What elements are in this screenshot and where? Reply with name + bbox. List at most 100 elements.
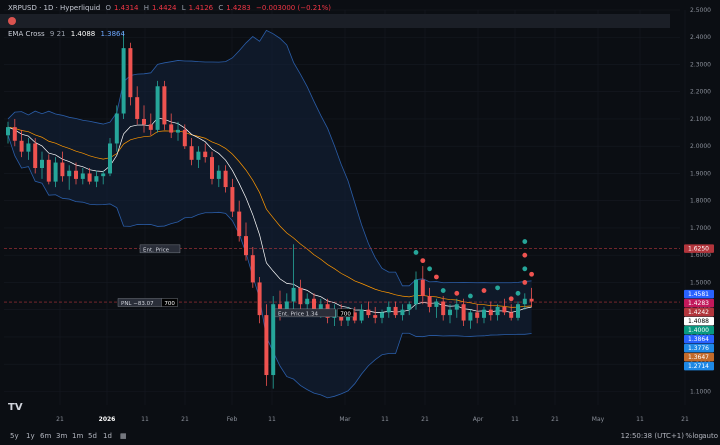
candle-body [434, 301, 439, 307]
candle-body [19, 140, 24, 152]
ema-fast-value: 1.4088 [70, 30, 96, 38]
entry2-qty-label[interactable]: 700 [340, 311, 351, 317]
y-tick-label: 2.1000 [690, 116, 711, 123]
low-value: 1.4126 [188, 4, 214, 12]
y-tick-label: 1.5000 [690, 279, 711, 286]
x-tick-label: 21 [681, 416, 689, 423]
candle-body [284, 301, 289, 310]
candle-body [162, 86, 167, 125]
entry-price-label[interactable]: Ent. Price [143, 247, 170, 253]
indicator-name[interactable]: EMA Cross [8, 30, 45, 38]
candle-body [475, 312, 480, 318]
candle-body [223, 170, 228, 188]
close-value: 1.4283 [226, 4, 251, 12]
signal-dot [522, 280, 528, 285]
tf-5y[interactable]: 5y [10, 432, 19, 440]
candle-body [148, 124, 153, 130]
candle-body [6, 127, 10, 136]
candle-body [87, 173, 92, 182]
low-label: L [181, 4, 186, 12]
candle-body [169, 124, 174, 133]
indicator-params: 9 21 [49, 30, 66, 38]
price-badge: 1.3864 [688, 336, 709, 343]
tf-5d[interactable]: 5d [88, 432, 97, 440]
candle-body [40, 159, 44, 168]
close-dot-icon[interactable] [8, 17, 16, 25]
date-range-icon[interactable]: ▦ [120, 432, 127, 440]
candle-body [114, 113, 119, 144]
candle-body [46, 159, 51, 182]
price-badge: 1.4242 [688, 309, 709, 316]
x-tick-label: 2026 [99, 416, 116, 423]
candle-body [210, 157, 214, 179]
x-tick-label: Feb [227, 416, 238, 423]
candle-body [380, 312, 384, 318]
tf-6m[interactable]: 6m [40, 432, 51, 440]
y-tick-label: 1.7000 [690, 225, 711, 232]
auto-toggle[interactable]: auto [702, 432, 718, 440]
pnl-label[interactable]: PNL −83.07 [121, 301, 154, 307]
candle-body [26, 143, 31, 152]
candle-body [189, 146, 194, 160]
y-tick-label: 2.0000 [690, 143, 711, 150]
candle-body [482, 309, 486, 318]
signal-dot [434, 274, 439, 280]
price-badge: 1.4000 [688, 327, 709, 334]
ema-slow-value: 1.3864 [100, 30, 125, 38]
candle-body [216, 170, 221, 179]
x-tick-label: 21 [181, 416, 189, 423]
candle-body [407, 304, 412, 310]
candle-body [108, 143, 112, 174]
candle-body [441, 301, 446, 316]
close-label: C [218, 4, 224, 12]
candle-body [142, 118, 146, 125]
candle-body [414, 279, 418, 305]
open-value: 1.4314 [113, 4, 139, 12]
tf-1d[interactable]: 1d [103, 432, 112, 440]
price-badge: 1.2714 [688, 363, 709, 370]
candle-body [495, 306, 500, 316]
price-badge: 1.4581 [688, 291, 709, 298]
candle-body [196, 151, 201, 160]
y-tick-label: 2.4000 [690, 34, 711, 41]
signal-dot [495, 285, 500, 291]
entry2-price-label[interactable]: Ent. Price 1.34 [278, 311, 319, 317]
candle-body [400, 309, 405, 316]
candle-body [94, 176, 99, 182]
x-tick-label: Mar [339, 416, 351, 423]
indicator-legend[interactable]: EMA Cross 9 21 1.4088 1.3864 [8, 30, 128, 38]
price-badge: 1.6250 [688, 246, 709, 253]
candle-body [522, 298, 527, 305]
price-chart[interactable]: Ent. Price PNL −83.07 700 Ent. Price 1.34 70… [0, 0, 720, 445]
y-tick-label: 2.5000 [690, 7, 711, 14]
candle-body [454, 304, 459, 310]
tf-3m[interactable]: 3m [56, 432, 67, 440]
clock-readout[interactable]: 12:50:38 (UTC+1) [621, 432, 684, 440]
change-value: −0.003000 (−0.21%) [255, 4, 332, 12]
tf-1m[interactable]: 1m [72, 432, 83, 440]
x-tick-label: 11 [381, 416, 389, 423]
candle-body [516, 304, 520, 318]
signal-dot [481, 288, 487, 293]
candle-body [366, 309, 371, 316]
symbol-title[interactable]: XRPUSD · 1D · Hyperliquid [8, 4, 100, 12]
candle-body [74, 170, 78, 179]
pnl-qty-label[interactable]: 700 [164, 301, 175, 307]
candle-body [33, 143, 38, 168]
candle-body [121, 48, 126, 114]
candle-body [529, 298, 534, 302]
x-tick-label: 21 [421, 416, 429, 423]
candle-body [182, 129, 187, 147]
percent-toggle[interactable]: % [685, 432, 692, 440]
candle-body [448, 309, 452, 316]
candle-body [393, 306, 398, 316]
candle-body [305, 298, 310, 305]
tradingview-logo-icon[interactable]: 𝗧𝗩 [8, 402, 23, 413]
candle-body [298, 287, 303, 305]
tf-1y[interactable]: 1y [26, 432, 35, 440]
bollinger-fill [8, 30, 532, 398]
symbol-legend[interactable]: XRPUSD · 1D · Hyperliquid O 1.4314 H 1.442… [8, 4, 334, 12]
candle-body [373, 315, 378, 318]
x-tick-label: 21 [56, 416, 64, 423]
ohlc-header-bar [0, 14, 670, 28]
